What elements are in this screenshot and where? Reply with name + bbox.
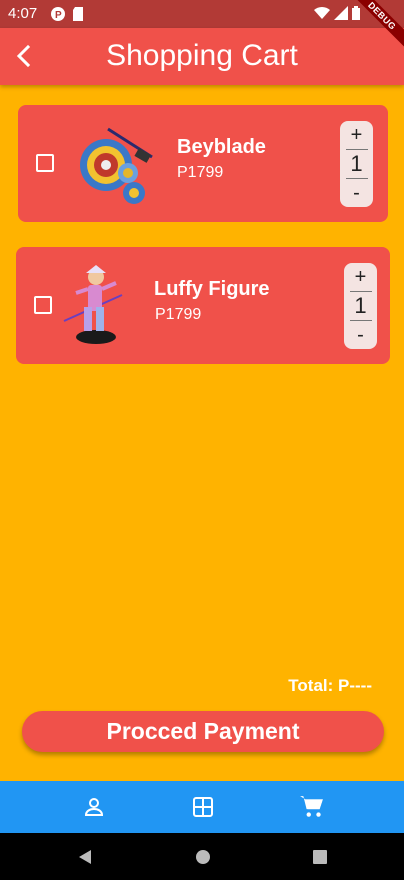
notification-p-icon: P <box>50 6 66 27</box>
decrement-button[interactable]: - <box>340 179 373 207</box>
svg-text:P: P <box>55 10 62 21</box>
quantity-value: 1 <box>345 149 368 179</box>
signal-icon <box>334 6 348 25</box>
item-name: Beyblade <box>177 136 266 158</box>
nav-catalog[interactable] <box>190 794 216 820</box>
wifi-icon <box>314 6 330 25</box>
nav-cart[interactable] <box>299 794 325 820</box>
nav-profile[interactable] <box>81 794 107 820</box>
item-name: Luffy Figure <box>154 278 270 300</box>
recents-square-icon <box>313 850 327 864</box>
status-left-icons: P <box>50 6 84 27</box>
status-time: 4:07 <box>8 5 38 22</box>
status-right-icons <box>314 6 360 25</box>
system-home-button[interactable] <box>194 848 212 866</box>
decrement-button[interactable]: - <box>344 321 377 349</box>
system-back-button[interactable] <box>76 848 94 866</box>
back-triangle-icon <box>79 850 91 864</box>
quantity-stepper: + 1 - <box>340 121 373 207</box>
item-price: P1799 <box>155 306 202 323</box>
cart-item-luffy-figure: Luffy Figure P1799 + 1 - <box>16 247 390 364</box>
increment-button[interactable]: + <box>340 121 373 149</box>
page-title: Shopping Cart <box>106 39 298 72</box>
luffy-figure-image <box>62 265 126 347</box>
quantity-value: 1 <box>349 291 372 321</box>
person-icon <box>84 798 104 816</box>
battery-icon <box>352 6 360 25</box>
proceed-payment-button[interactable]: Procced Payment <box>22 711 384 752</box>
quantity-stepper: + 1 - <box>344 263 377 349</box>
cart-item-beyblade: Beyblade P1799 + 1 - <box>18 105 388 222</box>
beyblade-image <box>78 123 158 205</box>
grid-icon <box>193 797 213 817</box>
home-circle-icon <box>196 850 210 864</box>
increment-button[interactable]: + <box>344 263 377 291</box>
sd-card-icon <box>72 6 84 27</box>
total-label: Total: P---- <box>288 676 372 695</box>
system-recents-button[interactable] <box>311 848 329 866</box>
bottom-nav <box>0 781 404 833</box>
status-bar: 4:07 P <box>0 0 404 28</box>
cart-icon <box>300 796 323 817</box>
item-checkbox[interactable] <box>36 154 54 172</box>
app-bar: Shopping Cart <box>0 28 404 85</box>
item-checkbox[interactable] <box>34 296 52 314</box>
item-price: P1799 <box>177 164 224 181</box>
system-nav-bar <box>0 833 404 880</box>
